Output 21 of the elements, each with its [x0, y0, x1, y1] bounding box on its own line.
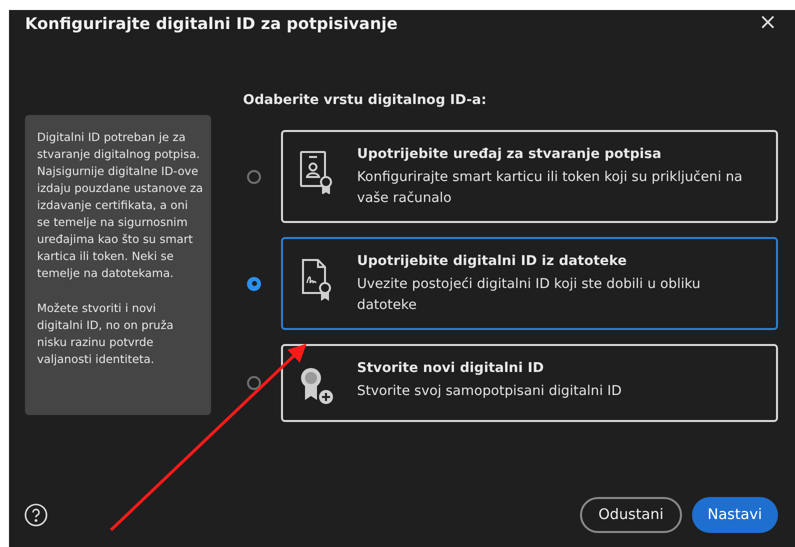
- option-description: Konfigurirajte smart karticu ili token koji su priključeni na vaše računalo: [357, 168, 744, 208]
- radio-button[interactable]: [247, 376, 261, 390]
- continue-button[interactable]: Nastavi: [692, 497, 778, 533]
- option-title: Upotrijebite digitalni ID iz datoteke: [357, 253, 628, 269]
- option-title: Upotrijebite uređaj za stvaranje potpisa: [357, 146, 662, 162]
- radio-button[interactable]: [247, 276, 261, 290]
- option-description: Uvezite postojeći digitalni ID koji ste dobili u obliku datoteke: [357, 275, 702, 315]
- section-heading: Odaberite vrstu digitalnog ID-a:: [243, 92, 488, 108]
- option-title: Stvorite novi digitalni ID: [357, 360, 545, 376]
- option-card[interactable]: Upotrijebite digitalni ID iz datoteke Uvezite postojeći digitalni ID koji ste dobili u obliku datoteke: [281, 237, 778, 330]
- option-description: Stvorite svoj samopotpisani digitalni ID: [357, 382, 622, 401]
- cancel-button[interactable]: Odustani: [580, 497, 682, 533]
- close-button[interactable]: ×: [754, 12, 781, 34]
- help-icon[interactable]: [24, 503, 48, 527]
- info-text: Digitalni ID potreban je za stvaranje digitalnog potpisa. Najsigurnije digitalne ID-ove izdaju pouzdane ustanove za izdavanje certifikata, a oni se temelje na sigurnosnim uređajima kao što su smart kartica ili token. Neki se temelje na datotekama.: [37, 129, 204, 282]
- radio-button[interactable]: [247, 170, 261, 184]
- option-card[interactable]: Upotrijebite uređaj za stvaranje potpisa Konfigurirajte smart karticu ili token koji su priključeni na vaše računalo: [281, 130, 778, 223]
- id-card-icon: [299, 150, 335, 194]
- info-text: Možete stvoriti i novi digitalni ID, no on pruža nisku razinu potvrde valjanosti identiteta.: [37, 300, 174, 368]
- option-card[interactable]: Stvorite novi digitalni ID Stvorite svoj samopotpisani digitalni ID: [281, 344, 778, 422]
- window-title: Konfigurirajte digitalni ID za potpisivanje: [25, 14, 398, 32]
